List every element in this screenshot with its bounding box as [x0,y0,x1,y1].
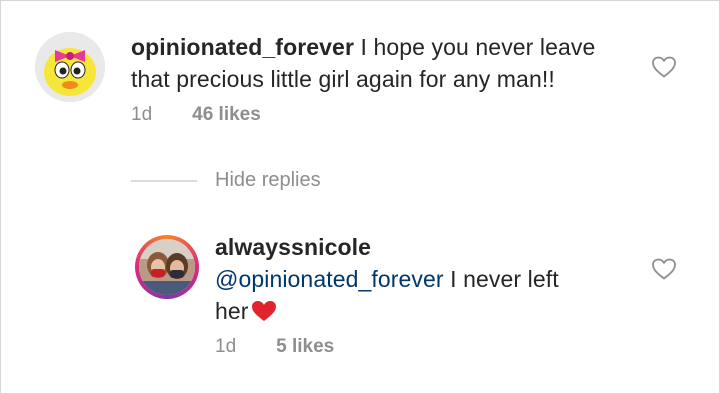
commenter-avatar[interactable] [35,32,105,102]
reply-body: alwayssnicole @opinionated_forever I neve… [215,231,645,327]
heart-outline-icon [652,56,676,78]
red-heart-emoji-icon [251,301,276,321]
reply-username[interactable]: alwayssnicole [215,234,371,260]
reply-likes[interactable]: 5 likes [276,336,334,357]
comment-body: opinionated_forever I hope you never lea… [131,31,631,95]
comments-panel: opinionated_forever I hope you never lea… [0,0,720,394]
reply-avatar[interactable] [139,239,195,295]
reply-age: 1d [215,336,237,357]
reply-text-part1: I never left [450,266,559,292]
reply-like-button[interactable] [651,257,677,281]
heart-outline-icon [652,258,676,280]
comment-age: 1d [131,104,153,125]
comment-likes[interactable]: 46 likes [192,104,261,125]
duck-avatar-image [35,32,105,102]
profile-photo-image [139,239,195,295]
reply-mention-link[interactable]: @opinionated_forever [215,266,444,292]
hide-replies-link[interactable]: Hide replies [215,169,321,192]
comment-like-button[interactable] [651,55,677,79]
reply-text-part2: her [215,298,249,324]
comment-meta: 1d 46 likes [131,104,261,126]
commenter-username[interactable]: opinionated_forever [131,34,354,60]
reply-meta: 1d 5 likes [215,336,334,358]
replies-divider [131,180,197,182]
